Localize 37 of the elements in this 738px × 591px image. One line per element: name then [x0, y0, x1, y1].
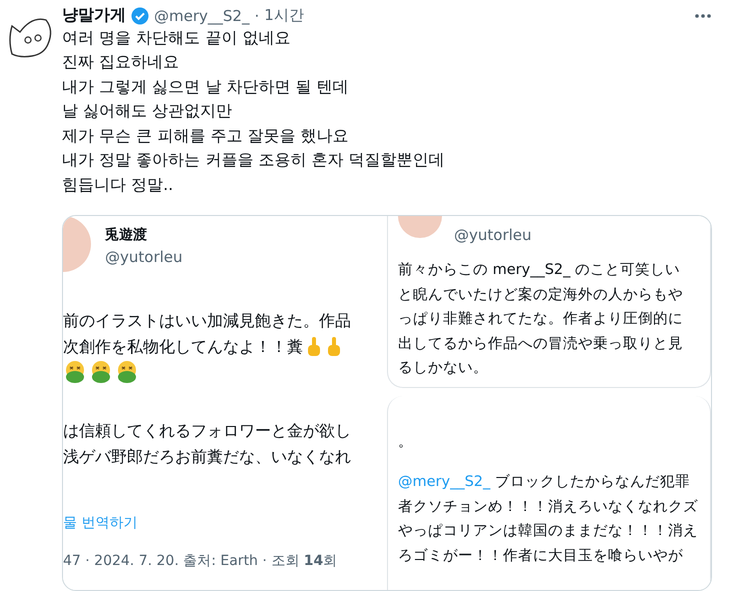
tweet-text: 次創作を私物化してんなよ！！糞 [63, 336, 303, 358]
hand-icon [325, 336, 343, 358]
tweet-text: と睨んでいたけど案の定海外の人からもや [398, 286, 684, 305]
timestamp[interactable]: 1시간 [264, 6, 304, 26]
tweet-text: 浅ゲバ野郎だろお前糞だな、いなくなれ [63, 446, 351, 468]
tweet-text: 힘듭니다 정말.. [62, 174, 174, 196]
vomiting-face-icon [115, 360, 139, 384]
tweet-text: ろゴミがー！！作者に大目玉を喰らいやが [398, 546, 684, 566]
tweet-text: 前々からこの mery__S2_ のこと可笑しい [398, 261, 681, 280]
vomiting-face-icon [89, 360, 113, 384]
tweet-text: は信頼してくれるフォロワーと金が欲し [63, 420, 351, 442]
author-handle[interactable]: @mery__S2_ [154, 6, 250, 25]
tweet-text: 。 [398, 432, 414, 452]
tweet-text: 出してるから作品への冒涜や乗っ取りと見 [398, 334, 684, 354]
post-meta: 47 · 2024. 7. 20. 출처: Earth · 조회 14회 [63, 552, 338, 570]
tweet-text: 날 싫어해도 상관없지만 [62, 100, 234, 122]
tweet-text: やっぱコリアンは韓国のままだな！！！消え [398, 522, 699, 542]
tweet-text: 者クソチョンめ！！！消えろいなくなれクズ [398, 498, 699, 517]
tweet-text: っぱり非難されてたな。作者より圧倒的に [398, 310, 684, 330]
vomiting-face-icon [63, 360, 87, 384]
tweet-text: 前のイラストはいい加減見飽きた。作品 [63, 310, 351, 332]
separator: · [254, 6, 260, 25]
hand-icon [305, 336, 323, 358]
tweet-text: 진짜 집요하네요 [62, 51, 180, 74]
avatar [63, 216, 93, 272]
tweet-text: 여러 명을 차단해도 끝이 없네요 [62, 26, 292, 49]
tweet-text: 내가 그렇게 싫으면 날 차단하면 될 텐데 [62, 76, 350, 98]
tweet-text: るしかない。 [398, 359, 489, 378]
author-handle: @yutorleu [454, 226, 532, 244]
tweet-text: 내가 정말 좋아하는 커플을 조용히 혼자 덕질할뿐인데 [62, 149, 446, 172]
author-handle: @yutorleu [105, 248, 183, 266]
avatar [398, 216, 442, 238]
more-icon[interactable] [694, 12, 712, 19]
author-name[interactable]: 냥말가게 [62, 5, 126, 26]
tweet-text: @mery__S2_ ブロックしたからなんだ犯罪 [398, 473, 691, 492]
author-name: 兎遊渡 [105, 226, 148, 244]
tweet-text: 제가 무슨 큰 피해를 주고 잘못을 했나요 [62, 124, 350, 147]
